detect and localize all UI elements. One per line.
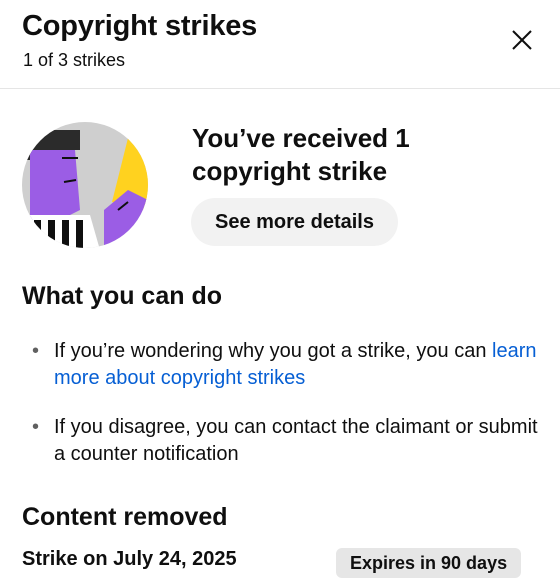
bullet-text: If you’re wondering why you got a strike…: [54, 340, 493, 362]
content-removed-heading: Content removed: [22, 503, 228, 531]
strike-summary: You’ve received 1 copyright strike: [192, 123, 410, 186]
close-icon[interactable]: [506, 24, 538, 56]
what-you-can-do-heading: What you can do: [22, 282, 222, 310]
strike-count: 1 of 3 strikes: [23, 50, 126, 70]
bullet-dot: •: [32, 416, 40, 438]
status-badge: Expires in 90 days: [336, 548, 522, 578]
list-item: • If you disagree, you can contact the c…: [22, 414, 542, 468]
dialog-header: Copyright strikes 1 of 3 strikes: [0, 0, 560, 89]
bullet-dot: •: [32, 340, 40, 362]
list-item: • If you’re wondering why you got a stri…: [22, 338, 542, 392]
see-more-details-button[interactable]: See more details: [191, 198, 398, 246]
what-you-can-do-list: • If you’re wondering why you got a stri…: [22, 338, 542, 490]
page-title: Copyright strikes: [22, 10, 258, 42]
person-holding-card-illustration: [22, 122, 148, 248]
bullet-text: If you disagree, you can contact the cla…: [54, 416, 538, 465]
